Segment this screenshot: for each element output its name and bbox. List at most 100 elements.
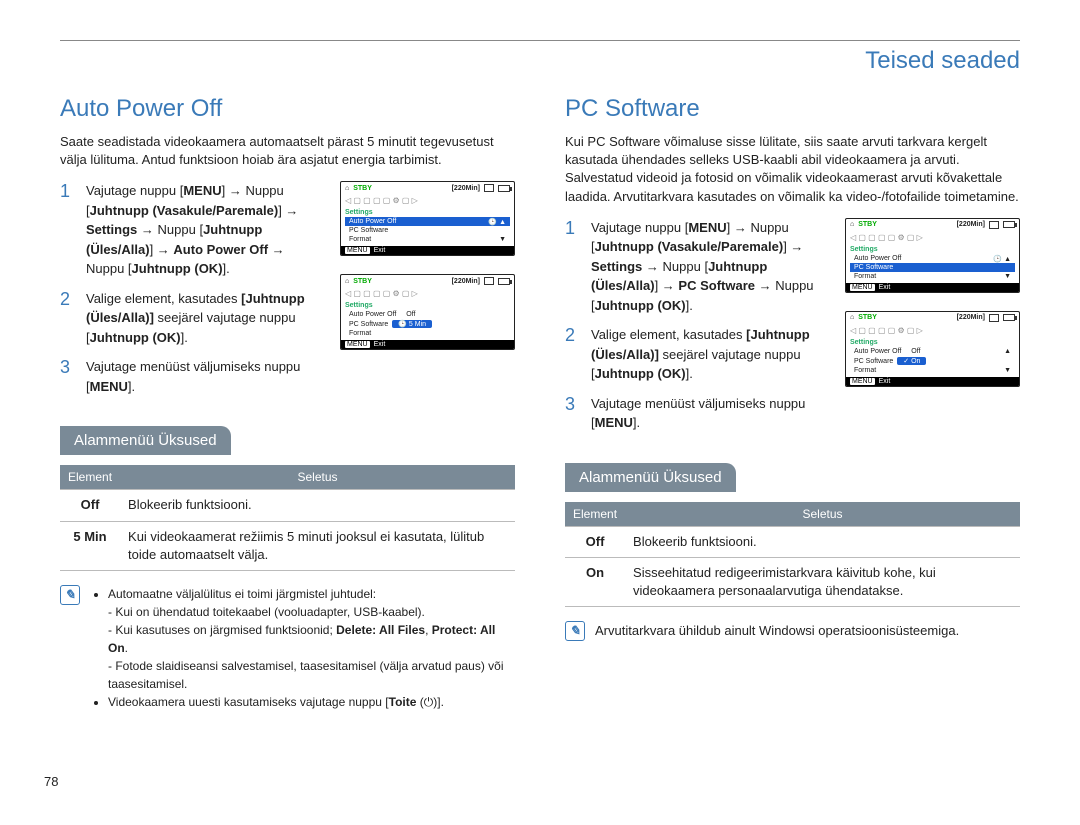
battery-icon [1003,221,1015,228]
menu-badge: MENU [345,247,370,254]
time-label: [220Min] [452,278,480,285]
card-icon [484,184,494,192]
mode-icons: ◁ ▢ ▢ ▢ ▢ ⚙ ▢ ▷ [341,194,514,207]
th-element: Element [565,502,625,527]
step-num: 1 [565,218,581,316]
t: Valige element, kasutades [86,291,241,306]
t: Vajutage nuppu [ [86,183,183,198]
note-item: Automaatne väljalülitus ei toimi järgmis… [108,585,515,693]
camera-screenshot-3: ⌂STBY[220Min] ◁ ▢ ▢ ▢ ▢ ⚙ ▢ ▷ Settings A… [845,218,1020,293]
power-icon: ⏻ [424,695,434,709]
step-1: 1 Vajutage nuppu [MENU] → Nuppu [Juhtnup… [60,181,326,279]
step-num: 3 [565,394,581,433]
step-num: 3 [60,357,76,396]
rec-icon: ⌂ [850,314,854,321]
step-body: Valige element, kasutades [Juhtnupp (Üle… [86,289,326,348]
left-column: Auto Power Off Saate seadistada videokaa… [60,95,515,711]
battery-icon [498,185,510,192]
menu-item-pcs: PC Software [850,263,1015,272]
note-subitem: Kui kasutuses on järgmised funktsioonid;… [108,621,515,657]
exit-bar: MENUExit [846,377,1019,386]
note-block: ✎ Automaatne väljalülitus ei toimi järgm… [60,585,515,711]
menu-item-format: Format▼ [850,272,1015,281]
step-body: Valige element, kasutades [Juhtnupp (Üle… [591,325,831,384]
exit-bar: MENUExit [341,246,514,255]
submenu-label: Alammenüü Üksused [565,463,736,492]
ok-label: Juhtnupp (OK) [595,298,686,313]
note-icon: ✎ [60,585,80,605]
menu-item-pcs: PC Software [345,226,510,235]
exit-bar: MENUExit [846,283,1019,292]
card-icon [484,277,494,285]
right-column: PC Software Kui PC Software võimaluse si… [565,95,1020,711]
mode-icons: ◁ ▢ ▢ ▢ ▢ ⚙ ▢ ▷ [341,287,514,300]
time-label: [220Min] [452,185,480,192]
stby-label: STBY [353,185,372,192]
menu-item-apo: Auto Power Off🕒 ▲ [850,254,1015,263]
note-list: Automaatne väljalülitus ei toimi järgmis… [90,585,515,711]
menu-label: MENU [688,220,726,235]
ctrl-lr: Juhtnupp (Vasakule/Paremale) [90,203,279,218]
table-row: OffBlokeerib funktsiooni. [565,526,1020,557]
th-desc: Seletus [625,502,1020,527]
menu-item-apo: Auto Power Off Off▲ [850,347,1015,356]
steps-left-wrap: 1 Vajutage nuppu [MENU] → Nuppu [Juhtnup… [60,181,515,406]
stby-label: STBY [353,278,372,285]
opt-off: Off [905,348,926,355]
screenshots-right: ⌂STBY[220Min] ◁ ▢ ▢ ▢ ▢ ⚙ ▢ ▷ Settings A… [845,218,1020,443]
menu-item-pcs: PC Software ✓ On [850,356,1015,366]
rec-icon: ⌂ [345,185,349,192]
ctrl-lr: Juhtnupp (Vasakule/Paremale) [595,239,784,254]
note-subitem: Fotode slaidiseansi salvestamisel, taase… [108,657,515,693]
page-number: 78 [44,774,58,789]
th-element: Element [60,465,120,490]
steps-right: 1 Vajutage nuppu [MENU] → Nuppu [Juhtnup… [565,218,831,443]
menu-item-apo: Auto Power Off🕒 ▲ [345,217,510,226]
apo-label: Auto Power Off [173,242,268,257]
mode-icons: ◁ ▢ ▢ ▢ ▢ ⚙ ▢ ▷ [846,324,1019,337]
note-text: Arvutitarkvara ühildub ainult Windowsi o… [595,621,959,641]
settings-heading: Settings [850,339,1015,346]
menu-badge: MENU [345,341,370,348]
note-icon: ✎ [565,621,585,641]
opt-5min: 🕒 5 Min [392,320,432,328]
card-icon [989,314,999,322]
ok-label: Juhtnupp (OK) [90,330,181,345]
note-subitem: Kui on ühendatud toitekaabel (vooluadapt… [108,603,515,621]
header-rule [60,40,1020,41]
page-title: Teised seaded [60,47,1020,75]
t: ] → [278,203,298,218]
mode-icons: ◁ ▢ ▢ ▢ ▢ ⚙ ▢ ▷ [846,231,1019,244]
step-body: Vajutage nuppu [MENU] → Nuppu [Juhtnupp … [86,181,326,279]
th-desc: Seletus [120,465,515,490]
camera-screenshot-2: ⌂STBY[220Min] ◁ ▢ ▢ ▢ ▢ ⚙ ▢ ▷ Settings A… [340,274,515,350]
note-item: Videokaamera uuesti kasutamiseks vajutag… [108,693,515,711]
exit-bar: MENUExit [341,340,514,349]
menu-item-format: Format [345,329,510,338]
step-num: 1 [60,181,76,279]
step-body: Vajutage menüüst väljumiseks nuppu [MENU… [591,394,831,433]
settings-label: Settings [86,222,137,237]
battery-icon [498,278,510,285]
step-2: 2 Valige element, kasutades [Juhtnupp (Ü… [60,289,326,348]
ok-label: Juhtnupp (OK) [132,261,223,276]
steps-right-wrap: 1 Vajutage nuppu [MENU] → Nuppu [Juhtnup… [565,218,1020,443]
menu-item-pcs: PC Software 🕒 5 Min [345,319,510,329]
settings-heading: Settings [850,246,1015,253]
steps-left: 1 Vajutage nuppu [MENU] → Nuppu [Juhtnup… [60,181,326,406]
intro-left: Saate seadistada videokaamera automaatse… [60,133,515,169]
menu-label: MENU [183,183,221,198]
intro-right: Kui PC Software võimaluse sisse lülitate… [565,133,1020,206]
heading-pc-software: PC Software [565,95,1020,123]
camera-screenshot-1: ⌂STBY[220Min] ◁ ▢ ▢ ▢ ▢ ⚙ ▢ ▷ Settings A… [340,181,515,256]
menu-label: MENU [90,379,128,394]
table-row: OffBlokeerib funktsiooni. [60,490,515,521]
step-body: Vajutage menüüst väljumiseks nuppu [MENU… [86,357,326,396]
table-row: OnSisseehitatud redigeerimistarkvara käi… [565,557,1020,606]
note-block: ✎ Arvutitarkvara ühildub ainult Windowsi… [565,621,1020,641]
step-2: 2 Valige element, kasutades [Juhtnupp (Ü… [565,325,831,384]
menu-item-format: Format▼ [345,235,510,244]
stby-label: STBY [858,221,877,228]
submenu-table: ElementSeletus OffBlokeerib funktsiooni.… [60,465,515,571]
pcs-label: PC Software [678,278,755,293]
